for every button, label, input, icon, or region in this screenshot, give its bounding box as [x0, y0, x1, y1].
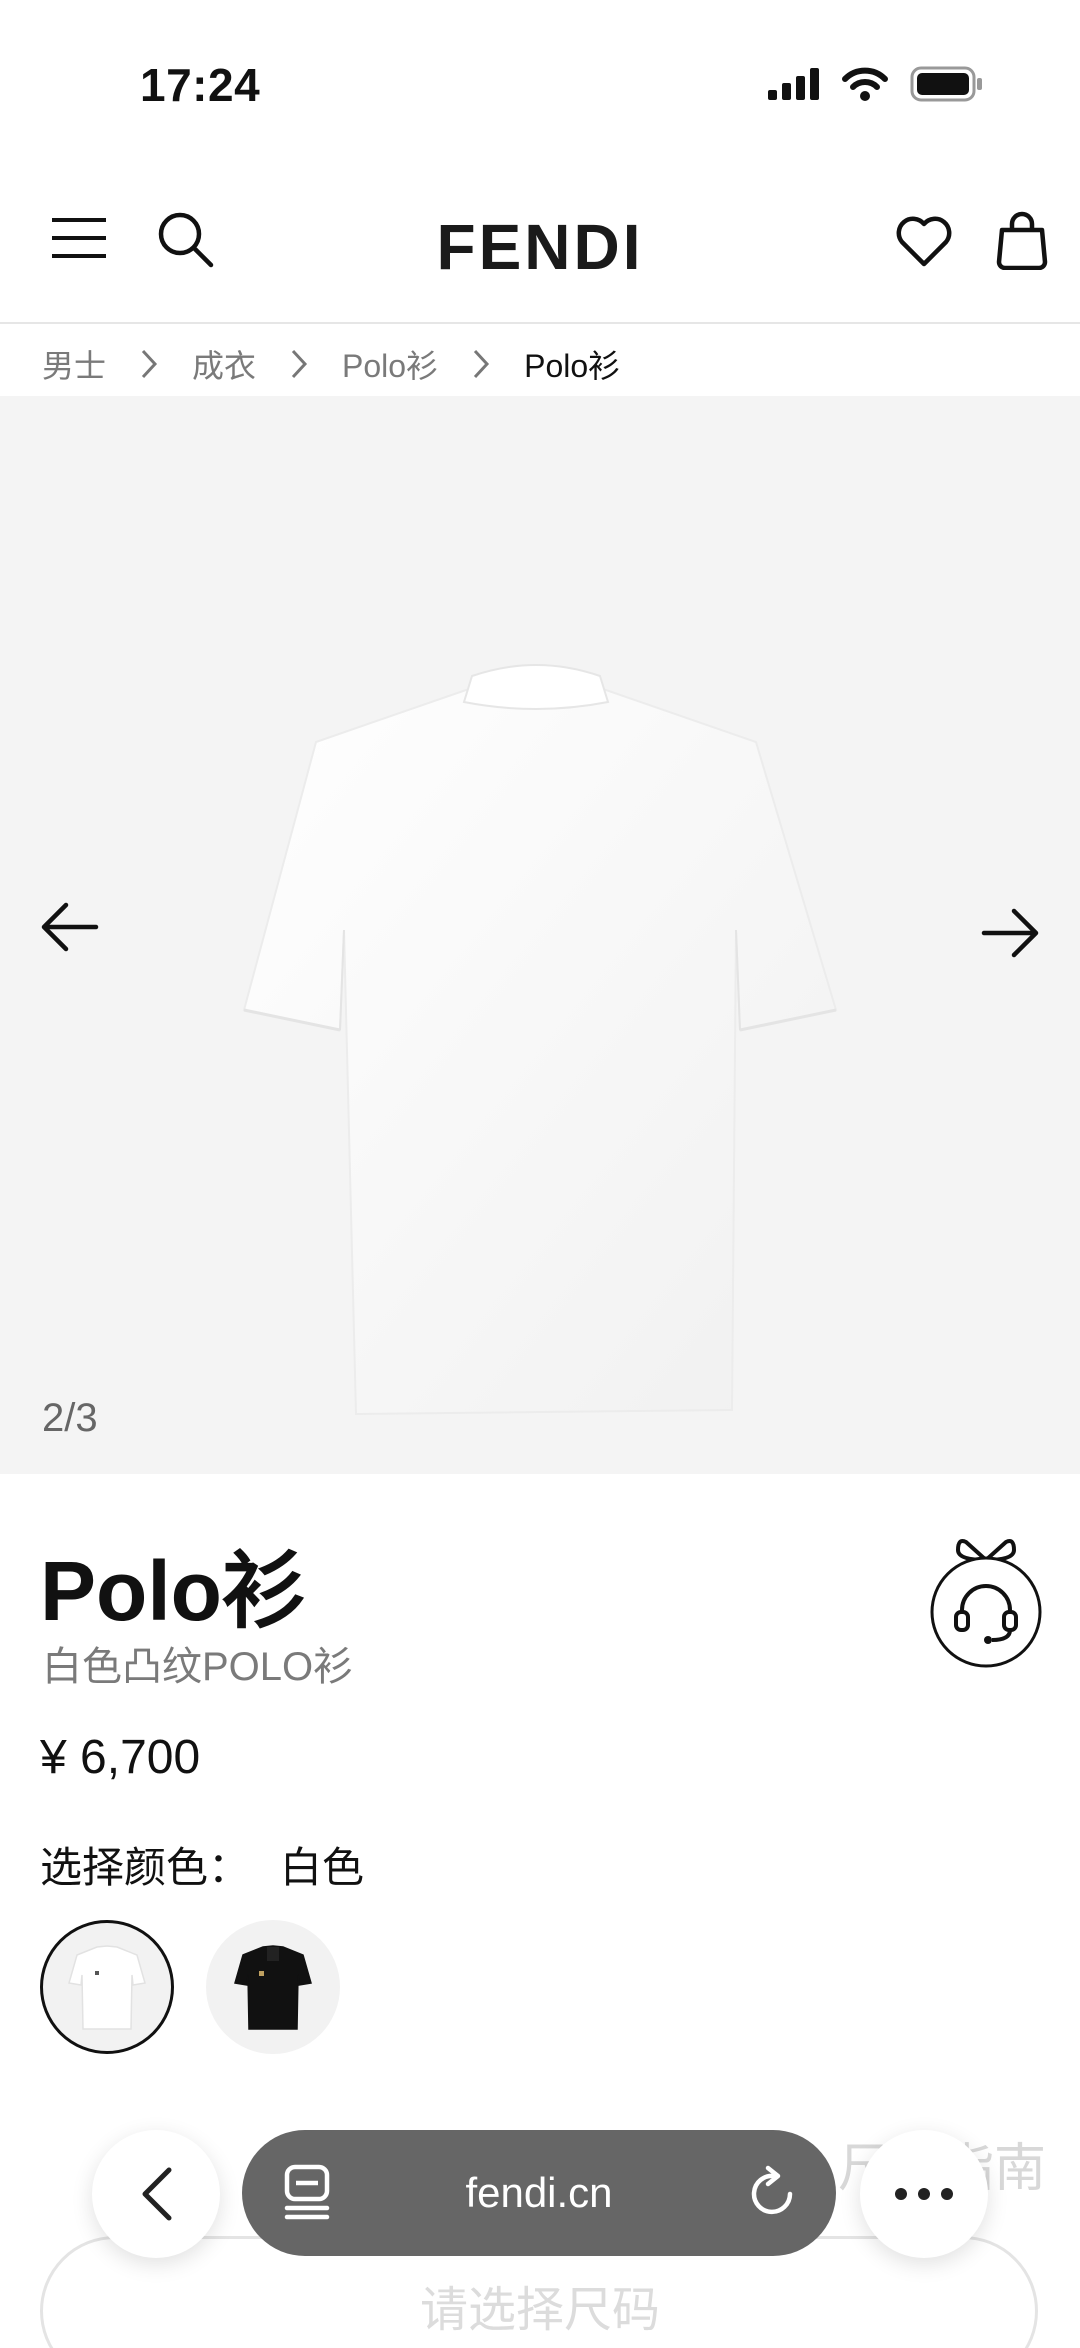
chevron-right-icon — [290, 348, 308, 380]
chevron-left-icon — [142, 2167, 172, 2221]
breadcrumb-item-current: Polo衫 — [524, 348, 621, 384]
bag-icon[interactable] — [996, 210, 1048, 270]
ellipsis-icon — [895, 2188, 953, 2200]
gallery-counter: 2/3 — [42, 1396, 98, 1440]
swatch-white[interactable] — [40, 1920, 174, 2054]
browser-back-button[interactable] — [92, 2130, 220, 2258]
wifi-icon — [842, 67, 888, 106]
browser-url-text[interactable]: fendi.cn — [465, 2169, 612, 2217]
status-time: 17:24 — [140, 59, 261, 111]
color-value: 白色 — [280, 1844, 365, 1891]
breadcrumb-item-men[interactable]: 男士 — [42, 341, 106, 387]
customer-service-button[interactable] — [926, 1536, 1080, 1676]
size-select-placeholder: 请选择尺码 — [419, 2284, 660, 2337]
signal-icon — [768, 68, 820, 105]
browser-more-button[interactable] — [860, 2130, 988, 2258]
chevron-right-icon — [140, 348, 158, 380]
reload-icon[interactable] — [748, 2164, 798, 2223]
color-label: 选择颜色： — [40, 1844, 251, 1891]
gallery-prev-arrow-icon[interactable] — [40, 900, 100, 954]
battery-icon — [910, 66, 984, 107]
headset-icon — [930, 1539, 1042, 1668]
chevron-right-icon — [472, 348, 490, 380]
color-selector-label: 选择颜色： 白色 — [40, 1834, 364, 1895]
site-header: FENDI — [0, 160, 1080, 324]
browser-url-bar[interactable]: fendi.cn — [242, 2130, 836, 2256]
status-icons — [768, 66, 984, 107]
breadcrumb-item-polo[interactable]: Polo衫 — [342, 341, 438, 387]
product-gallery[interactable]: 2/3 — [0, 396, 1080, 1474]
breadcrumb: 男士 成衣 Polo衫 Polo衫 — [42, 338, 620, 390]
product-title: Polo衫 — [40, 1544, 306, 1638]
tabs-icon[interactable] — [284, 2164, 330, 2225]
product-price: ¥ 6,700 — [40, 1731, 201, 1784]
status-bar: 17:24 — [0, 0, 1080, 160]
heart-icon[interactable] — [894, 214, 954, 268]
product-subtitle: 白色凸纹POLO衫 — [42, 1645, 354, 1689]
gallery-next-arrow-icon[interactable] — [980, 906, 1040, 960]
swatch-black[interactable] — [206, 1920, 340, 2054]
product-image — [236, 630, 844, 1427]
breadcrumb-item-apparel[interactable]: 成衣 — [192, 341, 256, 387]
